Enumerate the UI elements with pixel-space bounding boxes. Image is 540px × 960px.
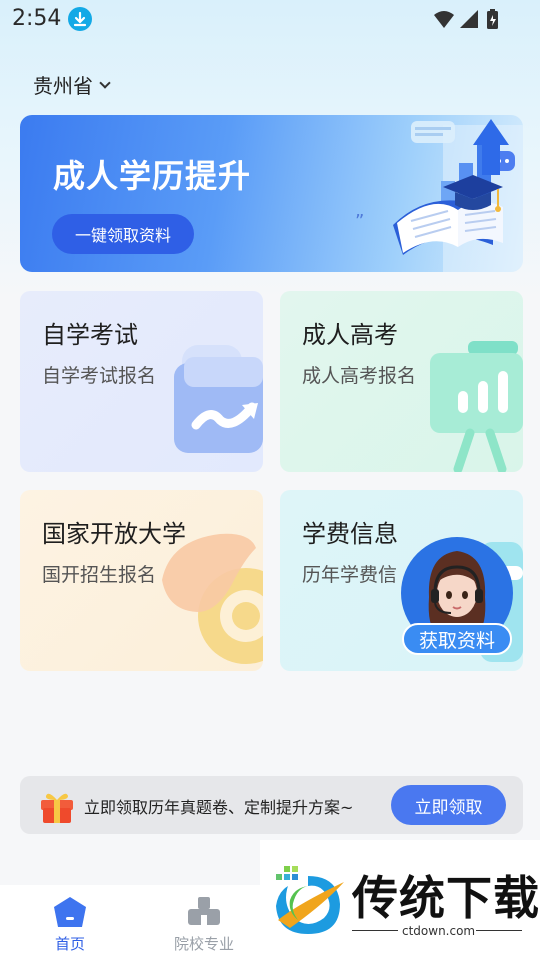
card-subtitle: 国开招生报名: [42, 564, 157, 586]
claim-now-button[interactable]: 立即领取: [391, 785, 506, 825]
tab-label: 院校专业: [173, 935, 234, 953]
home-icon: [54, 897, 86, 927]
tab-label: 首页: [54, 935, 85, 953]
book-illustration: ”: [293, 115, 523, 272]
tab-home[interactable]: 首页: [0, 885, 140, 960]
card-open-university[interactable]: 国家开放大学 国开招生报名: [20, 490, 263, 671]
card-subtitle: 自学考试报名: [42, 365, 157, 387]
status-bar: 2:54: [0, 0, 540, 40]
download-icon: [68, 7, 92, 31]
status-time: 2:54: [12, 6, 62, 31]
watermark-url: ctdown.com: [402, 924, 476, 938]
trend-card-icon: [174, 345, 263, 453]
chevron-down-icon: [99, 76, 111, 89]
watermark-divider: [476, 930, 522, 931]
tab-schools-majors[interactable]: 院校专业: [134, 885, 274, 960]
svg-text:”: ”: [355, 211, 364, 232]
pie-chart-icon: [162, 533, 263, 664]
card-title: 成人高考: [302, 321, 398, 349]
card-subtitle: 成人高考报名: [302, 365, 417, 387]
card-subtitle: 历年学费信: [302, 564, 398, 586]
presentation-board-icon: [430, 341, 523, 472]
watermark: 传统下载 ctdown.com: [260, 840, 540, 960]
cellular-signal-icon: [460, 10, 478, 28]
promo-bar[interactable]: 立即领取历年真题卷、定制提升方案~ 立即领取: [20, 776, 523, 834]
wifi-icon: [434, 11, 454, 28]
card-title: 学费信息: [302, 520, 398, 548]
province-label: 贵州省: [33, 74, 93, 98]
school-icon: [188, 897, 220, 925]
status-icons: [432, 8, 502, 36]
banner-title: 成人学历提升: [53, 157, 252, 195]
watermark-divider: [352, 930, 398, 931]
watermark-title: 传统下载: [352, 871, 540, 925]
province-selector[interactable]: 贵州省: [33, 70, 111, 99]
get-materials-button[interactable]: 一键领取资料: [52, 214, 194, 254]
battery-icon: [487, 9, 498, 29]
card-adult-college-exam[interactable]: 成人高考 成人高考报名: [280, 291, 523, 472]
promo-banner[interactable]: ” 成人学历提升 一键领取资料: [20, 115, 523, 272]
gift-icon: [41, 793, 73, 823]
advisor-widget[interactable]: 获取资料: [400, 537, 514, 659]
watermark-logo-icon: [276, 866, 344, 934]
promo-text: 立即领取历年真题卷、定制提升方案~: [84, 798, 354, 817]
card-self-study-exam[interactable]: 自学考试 自学考试报名: [20, 291, 263, 472]
card-title: 自学考试: [42, 321, 138, 349]
get-info-button[interactable]: 获取资料: [402, 623, 512, 655]
